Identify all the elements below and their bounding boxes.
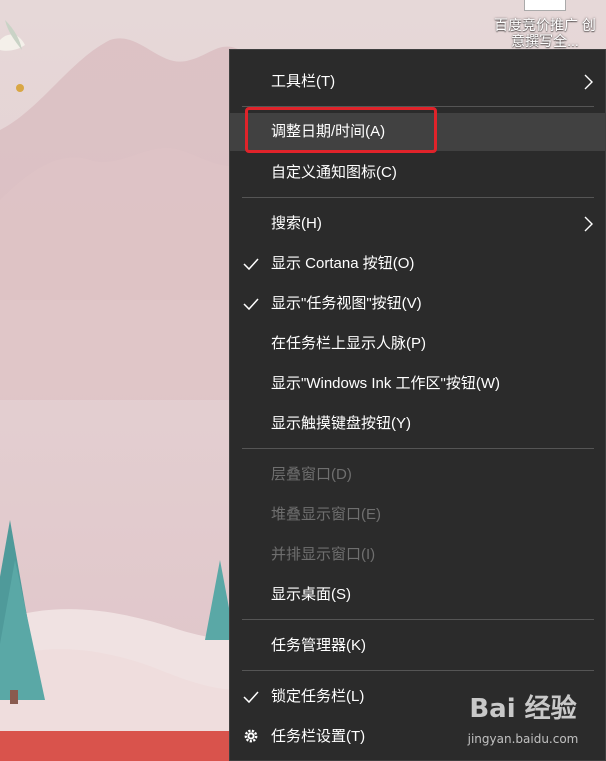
menu-item-label: 工具栏(T) [271, 73, 336, 90]
baidu-jingyan-watermark: Bai 经验 jingyan.baidu.com [448, 694, 598, 754]
checkmark-icon [243, 298, 259, 311]
taskbar-context-menu: 工具栏(T) 调整日期/时间(A) 自定义通知图标(C) 搜索(H) 显示 Co… [229, 49, 606, 761]
menu-item-label: 任务管理器(K) [271, 637, 366, 654]
menu-item-task-manager[interactable]: 任务管理器(K) [230, 627, 605, 665]
checkmark-icon [243, 258, 259, 271]
watermark-url: jingyan.baidu.com [467, 732, 579, 746]
menu-item-toolbars[interactable]: 工具栏(T) [230, 63, 605, 101]
menu-item-show-windows-ink-button[interactable]: 显示"Windows Ink 工作区"按钮(W) [230, 365, 605, 403]
menu-item-label: 自定义通知图标(C) [271, 164, 397, 181]
menu-separator [242, 619, 594, 620]
menu-item-label: 任务栏设置(T) [271, 728, 366, 745]
menu-item-label: 搜索(H) [271, 215, 322, 232]
menu-item-show-desktop[interactable]: 显示桌面(S) [230, 576, 605, 614]
menu-item-label: 层叠窗口(D) [271, 466, 352, 483]
menu-item-label: 在任务栏上显示人脉(P) [271, 335, 426, 352]
file-icon [524, 0, 566, 11]
menu-item-label: 并排显示窗口(I) [271, 546, 376, 563]
menu-item-label: 堆叠显示窗口(E) [271, 506, 381, 523]
menu-item-label: 显示触摸键盘按钮(Y) [271, 415, 411, 432]
menu-item-show-task-view-button[interactable]: 显示"任务视图"按钮(V) [230, 285, 605, 323]
menu-item-show-people[interactable]: 在任务栏上显示人脉(P) [230, 325, 605, 363]
menu-item-label: 显示 Cortana 按钮(O) [271, 255, 415, 272]
chevron-right-icon [584, 216, 593, 232]
checkmark-icon [243, 691, 259, 704]
menu-separator [242, 670, 594, 671]
shortcut-label: 百度竞价推广 创意撰写全... [494, 17, 596, 49]
watermark-logo: Bai 经验 [469, 694, 577, 724]
menu-item-cascade-windows: 层叠窗口(D) [230, 456, 605, 494]
menu-item-label: 显示桌面(S) [271, 586, 351, 603]
menu-item-label: 显示"Windows Ink 工作区"按钮(W) [271, 375, 500, 392]
desktop-shortcut[interactable]: 百度竞价推广 创意撰写全... [490, 0, 600, 52]
menu-separator [242, 448, 594, 449]
highlight-annotation-box [245, 107, 437, 153]
menu-item-label: 显示"任务视图"按钮(V) [271, 295, 422, 312]
menu-item-side-by-side-windows: 并排显示窗口(I) [230, 536, 605, 574]
chevron-right-icon [584, 74, 593, 90]
menu-separator [242, 197, 594, 198]
menu-item-show-touch-keyboard-button[interactable]: 显示触摸键盘按钮(Y) [230, 405, 605, 443]
menu-item-search[interactable]: 搜索(H) [230, 205, 605, 243]
gear-icon [244, 729, 258, 743]
menu-item-show-cortana-button[interactable]: 显示 Cortana 按钮(O) [230, 245, 605, 283]
menu-item-customize-notification-icons[interactable]: 自定义通知图标(C) [230, 154, 605, 192]
menu-item-stack-windows: 堆叠显示窗口(E) [230, 496, 605, 534]
menu-item-label: 锁定任务栏(L) [271, 688, 365, 705]
